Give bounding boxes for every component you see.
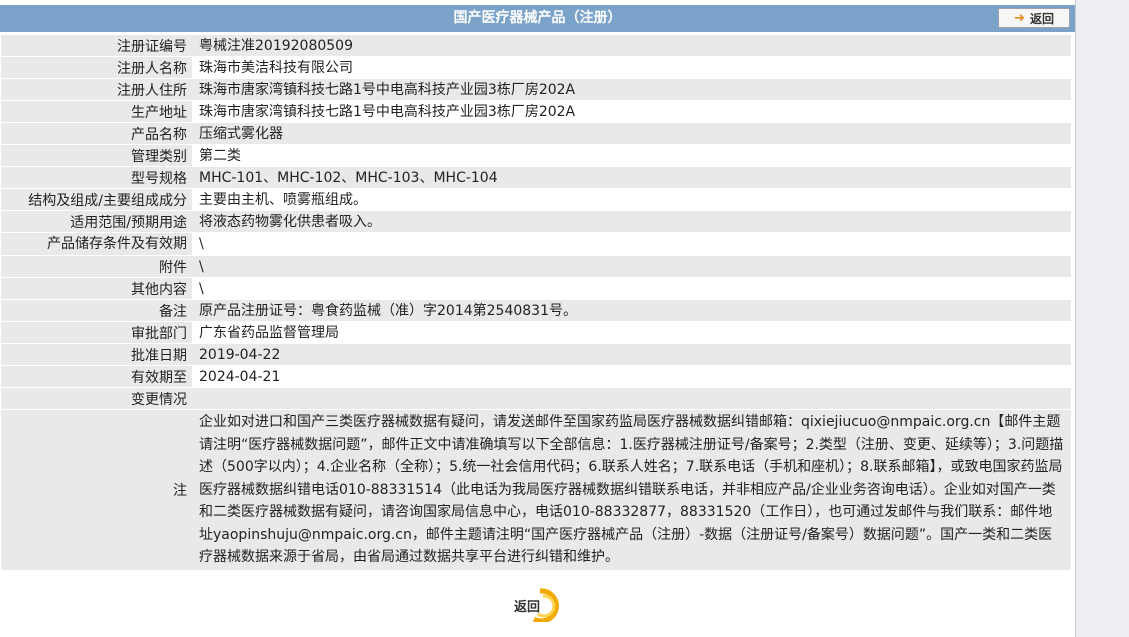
back-button-label: 返回	[1029, 11, 1054, 26]
row-structure: 结构及组成/主要组成成分 主要由主机、喷雾瓶组成。	[1, 189, 1071, 210]
field-value: 2024-04-21	[192, 366, 1071, 387]
field-value: 主要由主机、喷雾瓶组成。	[192, 189, 1071, 210]
field-label: 备注	[1, 300, 192, 321]
field-label: 产品储存条件及有效期	[1, 233, 192, 255]
row-registration-no: 注册证编号 粤械注准20192080509	[1, 35, 1071, 56]
field-label: 管理类别	[1, 145, 192, 166]
field-label: 附件	[1, 256, 192, 277]
row-registrant-name: 注册人名称 珠海市美洁科技有限公司	[1, 57, 1071, 78]
field-value: MHC-101、MHC-102、MHC-103、MHC-104	[192, 167, 1071, 188]
back-button-bottom-label: 返回	[513, 600, 540, 615]
field-label: 型号规格	[1, 167, 192, 188]
field-value	[192, 388, 1071, 409]
row-registrant-address: 注册人住所 珠海市唐家湾镇科技七路1号中电高科技产业园3栋厂房202A	[1, 79, 1071, 100]
note-label: 注	[1, 410, 192, 570]
back-button-bottom[interactable]: 返回	[510, 588, 564, 622]
field-value: 第二类	[192, 145, 1071, 166]
field-value: 原产品注册证号：粤食药监械（准）字2014第2540831号。	[192, 300, 1071, 321]
row-storage: 产品储存条件及有效期 \	[1, 233, 1071, 255]
row-change-status: 变更情况	[1, 388, 1071, 409]
field-value: 压缩式雾化器	[192, 123, 1071, 144]
field-label: 结构及组成/主要组成成分	[1, 189, 192, 210]
row-approval-date: 批准日期 2019-04-22	[1, 344, 1071, 365]
title-bar: 国产医疗器械产品（注册） ➜ 返回	[0, 5, 1075, 32]
row-note: 注 企业如对进口和国产三类医疗器械数据有疑问，请发送邮件至国家药监局医疗器械数据…	[1, 410, 1071, 570]
field-value: 珠海市唐家湾镇科技七路1号中电高科技产业园3栋厂房202A	[192, 101, 1071, 122]
field-label: 有效期至	[1, 366, 192, 387]
row-management-class: 管理类别 第二类	[1, 145, 1071, 166]
field-label: 变更情况	[1, 388, 192, 409]
arrow-right-icon: ➜	[1014, 10, 1025, 26]
row-intended-use: 适用范围/预期用途 将液态药物雾化供患者吸入。	[1, 211, 1071, 232]
field-label: 产品名称	[1, 123, 192, 144]
field-label: 适用范围/预期用途	[1, 211, 192, 232]
row-product-name: 产品名称 压缩式雾化器	[1, 123, 1071, 144]
field-label: 注册证编号	[1, 35, 192, 56]
row-production-address: 生产地址 珠海市唐家湾镇科技七路1号中电高科技产业园3栋厂房202A	[1, 101, 1071, 122]
field-value: 将液态药物雾化供患者吸入。	[192, 211, 1071, 232]
field-label: 注册人名称	[1, 57, 192, 78]
page-title: 国产医疗器械产品（注册）	[453, 10, 622, 26]
field-label: 其他内容	[1, 278, 192, 299]
back-button-top[interactable]: ➜ 返回	[998, 8, 1070, 28]
field-value: \	[192, 278, 1071, 299]
note-text: 企业如对进口和国产三类医疗器械数据有疑问，请发送邮件至国家药监局医疗器械数据纠错…	[192, 410, 1071, 570]
field-value: \	[192, 233, 1071, 255]
field-value: 粤械注准20192080509	[192, 35, 1071, 56]
field-value: \	[192, 256, 1071, 277]
field-value: 珠海市美洁科技有限公司	[192, 57, 1071, 78]
row-other-content: 其他内容 \	[1, 278, 1071, 299]
field-value: 广东省药品监督管理局	[192, 322, 1071, 343]
field-label: 生产地址	[1, 101, 192, 122]
row-attachments: 附件 \	[1, 256, 1071, 277]
right-gutter	[1075, 0, 1129, 637]
row-approval-dept: 审批部门 广东省药品监督管理局	[1, 322, 1071, 343]
field-label: 批准日期	[1, 344, 192, 365]
field-label: 注册人住所	[1, 79, 192, 100]
field-label: 审批部门	[1, 322, 192, 343]
detail-panel: 国产医疗器械产品（注册） ➜ 返回 注册证编号 粤械注准20192080509 …	[0, 0, 1075, 637]
field-value: 2019-04-22	[192, 344, 1071, 365]
row-model-spec: 型号规格 MHC-101、MHC-102、MHC-103、MHC-104	[1, 167, 1071, 188]
detail-table: 注册证编号 粤械注准20192080509 注册人名称 珠海市美洁科技有限公司 …	[1, 34, 1071, 571]
row-remarks: 备注 原产品注册证号：粤食药监械（准）字2014第2540831号。	[1, 300, 1071, 321]
row-valid-until: 有效期至 2024-04-21	[1, 366, 1071, 387]
field-value: 珠海市唐家湾镇科技七路1号中电高科技产业园3栋厂房202A	[192, 79, 1071, 100]
